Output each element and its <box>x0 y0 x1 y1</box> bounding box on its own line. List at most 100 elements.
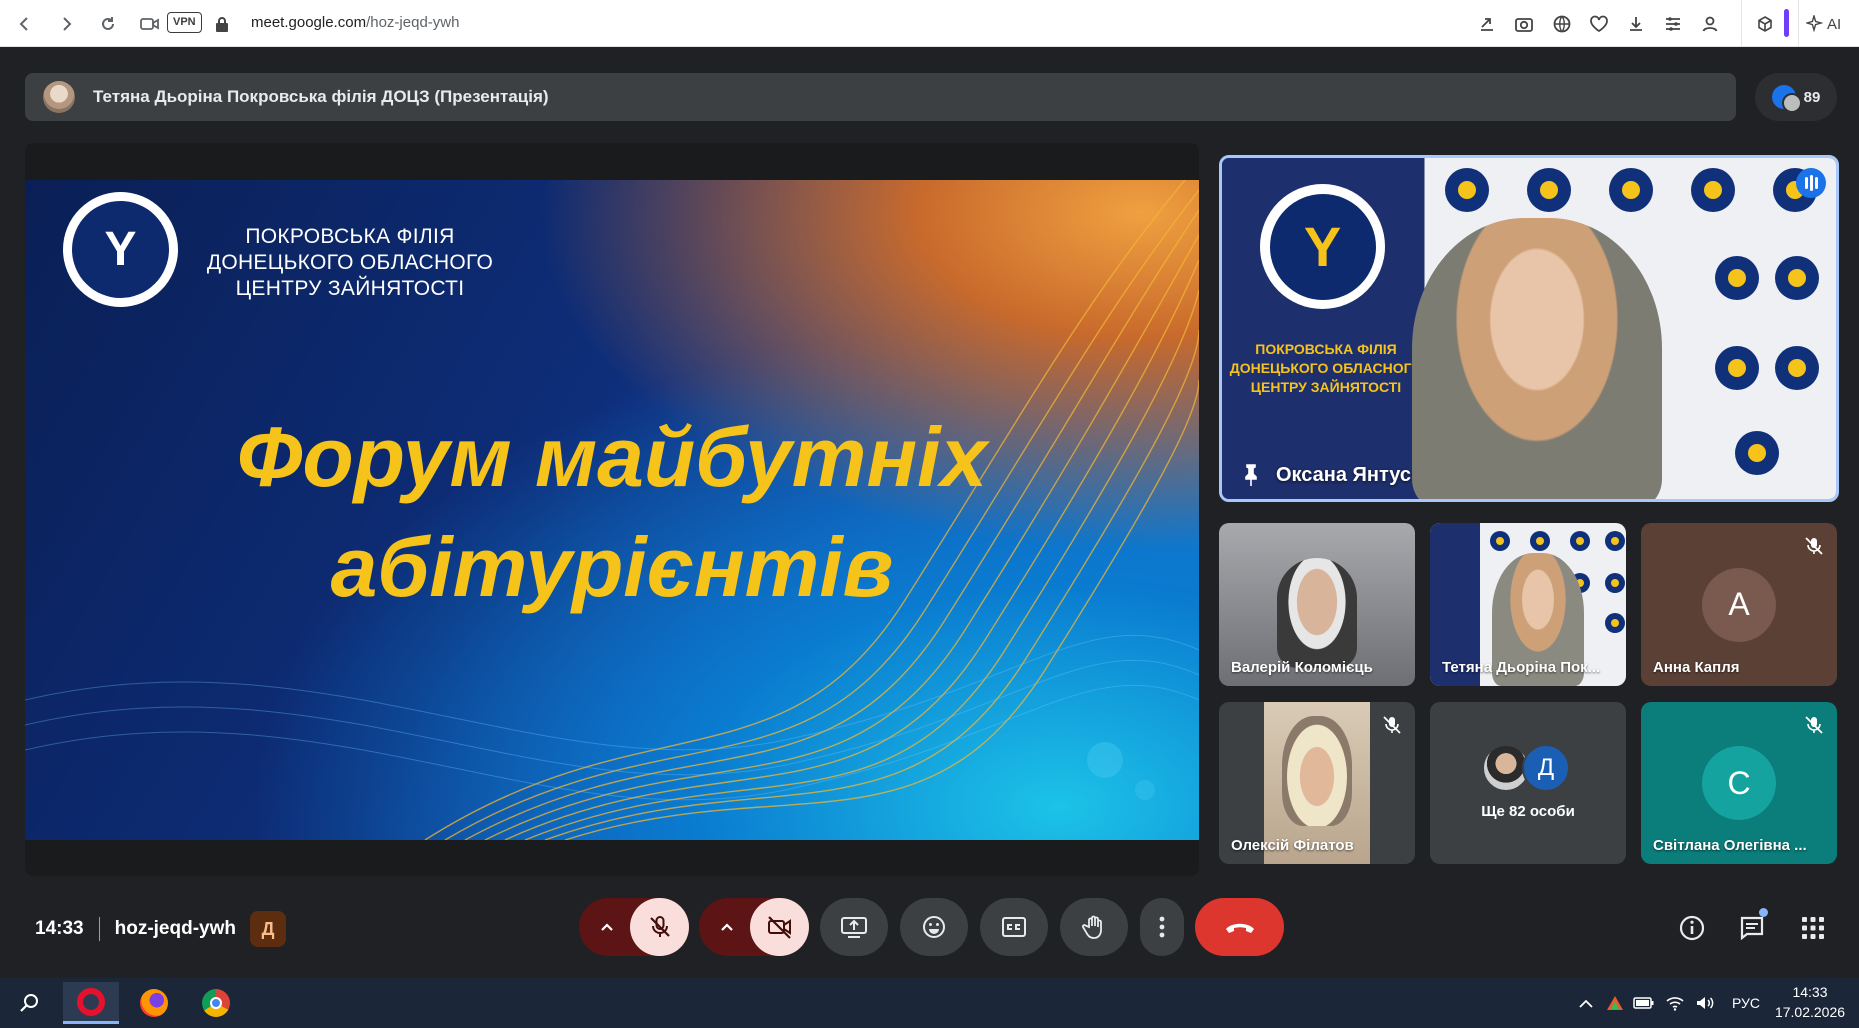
participant-name: Анна Капля <box>1653 659 1740 676</box>
participant-name: Світлана Олегівна ... <box>1653 837 1807 854</box>
reactions-button[interactable] <box>900 898 968 956</box>
emoji-icon <box>923 916 945 938</box>
taskbar-chrome-icon[interactable] <box>188 982 244 1024</box>
box-icon[interactable] <box>1752 11 1778 37</box>
participants-avatar-icon <box>1771 85 1802 113</box>
participant-tile[interactable]: С Світлана Олегівна ... <box>1641 702 1837 864</box>
camera-toggle-button[interactable] <box>750 898 809 956</box>
camera-permission-icon[interactable] <box>136 10 164 38</box>
slide-org-line1: ПОКРОВСЬКА ФІЛІЯ <box>245 225 455 248</box>
presentation-stage[interactable]: Y ПОКРОВСЬКА ФІЛІЯ ДОНЕЦЬКОГО ОБЛАСНОГО … <box>25 143 1199 876</box>
employment-service-logo: Y <box>63 192 178 307</box>
more-vert-icon <box>1159 916 1165 938</box>
pinned-background-logo: Y <box>1260 184 1385 309</box>
meeting-details-button[interactable] <box>1674 910 1710 946</box>
taskbar-clock[interactable]: 14:33 17.02.2026 <box>1770 982 1850 1022</box>
mic-muted-icon <box>1383 716 1401 734</box>
pinned-participant-tile[interactable]: Y ПОКРОВСЬКА ФІЛІЯ ДОНЕЦЬКОГО ОБЛАСНОГО … <box>1219 155 1839 502</box>
more-participants-tile[interactable]: Д Ще 82 особи <box>1430 702 1626 864</box>
pinned-bg-line2: ДОНЕЦЬКОГО ОБЛАСНОГО <box>1229 360 1423 376</box>
taskbar-date: 17.02.2026 <box>1774 1004 1846 1020</box>
leave-call-button[interactable] <box>1195 898 1284 956</box>
participant-name: Тетяна Дьоріна Пок... <box>1442 659 1601 676</box>
raise-hand-button[interactable] <box>1060 898 1128 956</box>
present-screen-button[interactable] <box>820 898 888 956</box>
pinned-background-text: ПОКРОВСЬКА ФІЛІЯ ДОНЕЦЬКОГО ОБЛАСНОГО ЦЕ… <box>1226 340 1426 397</box>
chevron-up-icon <box>601 923 613 931</box>
slide-headline: Форум майбутніх абітурієнтів <box>25 402 1199 622</box>
participant-avatar: А <box>1702 567 1776 642</box>
taskbar-time: 14:33 <box>1792 984 1828 1000</box>
toolbar-divider <box>1798 0 1799 47</box>
input-language-indicator[interactable]: РУС <box>1726 989 1766 1017</box>
mic-off-icon <box>649 916 670 937</box>
easy-setup-icon[interactable] <box>1660 11 1686 37</box>
address-bar[interactable]: meet.google.com/hoz-jeqd-ywh <box>251 14 459 31</box>
vpn-globe-icon[interactable] <box>1549 11 1575 37</box>
ai-label: AI <box>1827 15 1842 33</box>
chat-button[interactable] <box>1734 908 1770 946</box>
participant-tile[interactable]: Валерій Коломієць <box>1219 523 1415 686</box>
more-options-button[interactable] <box>1140 898 1184 956</box>
share-icon[interactable] <box>1474 11 1500 37</box>
participant-count: 89 <box>1803 88 1821 106</box>
more-participants-label: Ще 82 особи <box>1481 803 1575 820</box>
presentation-title-bar[interactable]: Тетяна Дьоріна Покровська філія ДОЦЗ (Пр… <box>25 73 1736 121</box>
sidebar-accent-bar <box>1784 9 1789 37</box>
profile-icon[interactable] <box>1697 11 1723 37</box>
slide-org-line2: ДОНЕЦЬКОГО ОБЛАСНОГО <box>206 251 494 274</box>
wifi-icon[interactable] <box>1663 989 1687 1017</box>
participant-tile[interactable]: Тетяна Дьоріна Пок... <box>1430 523 1626 686</box>
vpn-badge[interactable]: VPN <box>167 12 202 33</box>
captions-icon <box>1002 917 1026 937</box>
volume-icon[interactable] <box>1693 989 1717 1017</box>
pin-icon[interactable] <box>1240 463 1262 487</box>
pinned-bg-line3: ЦЕНТРУ ЗАЙНЯТОСТІ <box>1250 379 1402 395</box>
info-icon <box>1679 915 1705 941</box>
meeting-time: 14:33 <box>35 918 84 939</box>
url-path: /hoz-jeqd-ywh <box>366 14 460 31</box>
participant-avatar: С <box>1702 746 1776 820</box>
lock-icon[interactable] <box>208 10 236 38</box>
snapshot-icon[interactable] <box>1511 11 1537 37</box>
forward-icon[interactable] <box>52 10 80 38</box>
taskbar-search-icon[interactable] <box>2 982 58 1024</box>
slide-organization-name: ПОКРОВСЬКА ФІЛІЯ ДОНЕЦЬКОГО ОБЛАСНОГО ЦЕ… <box>185 224 515 302</box>
participant-tile[interactable]: А Анна Капля <box>1641 523 1837 686</box>
mic-muted-icon <box>1805 716 1823 734</box>
heart-icon[interactable] <box>1586 11 1612 37</box>
chat-icon <box>1740 916 1764 941</box>
captions-button[interactable] <box>980 898 1048 956</box>
participant-tile[interactable]: Олексій Філатов <box>1219 702 1415 864</box>
tray-app-icon[interactable] <box>1603 989 1627 1017</box>
camera-off-icon <box>767 916 791 939</box>
presentation-slide: Y ПОКРОВСЬКА ФІЛІЯ ДОНЕЦЬКОГО ОБЛАСНОГО … <box>25 180 1199 840</box>
pinned-participant-name: Оксана Янтус <box>1276 464 1412 486</box>
ai-button[interactable]: AI <box>1806 11 1841 37</box>
microphone-toggle-button[interactable] <box>630 898 689 956</box>
tray-chevron-up-icon[interactable] <box>1574 989 1598 1017</box>
hang-up-icon <box>1225 923 1254 933</box>
slide-headline-line1: Форум майбутніх <box>236 410 988 504</box>
speaking-indicator-icon <box>1796 168 1826 198</box>
battery-icon[interactable] <box>1632 989 1656 1017</box>
meeting-info-divider <box>98 917 100 941</box>
browser-toolbar: VPN meet.google.com/hoz-jeqd-ywh AI <box>0 0 1859 47</box>
presenter-avatar <box>43 81 75 113</box>
taskbar-firefox-icon[interactable] <box>126 982 182 1024</box>
chevron-up-icon <box>721 923 733 931</box>
apps-grid-icon <box>1802 917 1824 939</box>
back-icon[interactable] <box>11 10 39 38</box>
slide-org-line3: ЦЕНТРУ ЗАЙНЯТОСТІ <box>235 277 465 300</box>
taskbar-opera-icon[interactable] <box>63 982 119 1024</box>
sparkle-icon <box>1806 15 1824 33</box>
activities-button[interactable] <box>1795 910 1831 946</box>
url-domain: meet.google.com <box>251 14 367 31</box>
reload-icon[interactable] <box>94 10 122 38</box>
download-icon[interactable] <box>1623 11 1649 37</box>
hand-icon <box>1082 915 1102 939</box>
toolbar-divider <box>1741 0 1742 47</box>
host-controls-badge[interactable]: Д <box>250 911 286 947</box>
participant-name: Валерій Коломієць <box>1231 659 1373 676</box>
participants-button[interactable]: 89 <box>1755 73 1837 121</box>
